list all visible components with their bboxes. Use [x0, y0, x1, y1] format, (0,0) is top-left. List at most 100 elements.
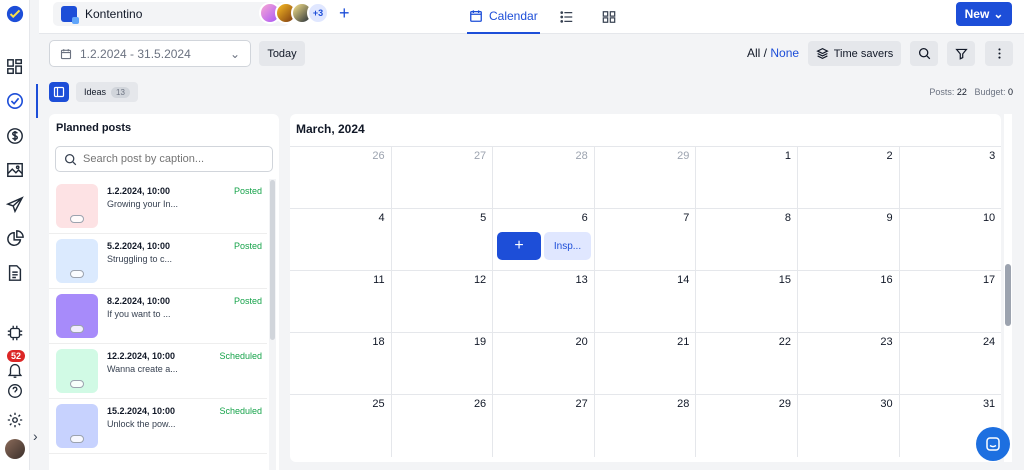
- calendar-day-cell[interactable]: 9: [798, 209, 900, 271]
- post-thumbnail: [56, 184, 98, 228]
- calendar-day-cell[interactable]: 24: [900, 333, 1001, 395]
- time-savers-button[interactable]: Time savers: [808, 41, 901, 66]
- calendar-day-cell[interactable]: 10: [900, 209, 1001, 271]
- select-none-link[interactable]: None: [770, 46, 799, 60]
- planned-post-item[interactable]: 12.2.2024, 10:00 Wanna create a... Schedul…: [49, 344, 267, 399]
- help-icon[interactable]: [5, 381, 25, 401]
- calendar-day-cell[interactable]: 28: [493, 147, 595, 209]
- support-chat-button[interactable]: [976, 427, 1010, 461]
- add-post-button[interactable]: +: [497, 232, 541, 260]
- reports-icon[interactable]: [5, 263, 25, 283]
- post-caption: Wanna create a...: [107, 364, 178, 374]
- calendar-day-cell[interactable]: 25: [290, 395, 392, 457]
- day-number: 20: [575, 336, 588, 348]
- calendar-day-cell[interactable]: 18: [290, 333, 392, 395]
- expand-sidebar-chevron-icon[interactable]: ›: [33, 428, 38, 444]
- post-caption: Struggling to c...: [107, 254, 173, 264]
- user-avatar[interactable]: [5, 439, 25, 459]
- grid-icon: [602, 11, 616, 23]
- calendar-day-cell[interactable]: 27: [392, 147, 494, 209]
- post-caption: If you want to ...: [107, 309, 171, 319]
- calendar-day-cell[interactable]: 12: [392, 271, 494, 333]
- inspiration-button[interactable]: Insp...: [544, 232, 591, 260]
- settings-chip-icon[interactable]: [5, 323, 25, 343]
- select-all-link[interactable]: All: [747, 46, 760, 60]
- calendar-day-cell[interactable]: 23: [798, 333, 900, 395]
- post-thumbnail: [56, 349, 98, 393]
- calendar-day-cell[interactable]: 15: [696, 271, 798, 333]
- post-thumbnail: [56, 294, 98, 338]
- calendar-day-cell[interactable]: 27: [493, 395, 595, 457]
- day-number: 8: [784, 212, 791, 224]
- calendar-week-row: 4 5 6 7 8 9 10: [290, 208, 1001, 271]
- day-number: 28: [677, 398, 690, 410]
- day-number: 9: [886, 212, 893, 224]
- add-member-plus-icon[interactable]: +: [339, 4, 350, 22]
- calendar-day-cell[interactable]: 14: [595, 271, 697, 333]
- tab-calendar[interactable]: Calendar: [467, 0, 540, 34]
- calendar-day-cell[interactable]: 28: [595, 395, 697, 457]
- billing-icon[interactable]: [5, 126, 25, 146]
- ideas-chip[interactable]: Ideas 13: [76, 82, 138, 102]
- app-logo-icon[interactable]: [5, 4, 25, 24]
- calendar-day-cell[interactable]: 11: [290, 271, 392, 333]
- media-icon[interactable]: [5, 160, 25, 180]
- tab-grid[interactable]: [600, 0, 624, 34]
- calendar-week-row: 25 26 27 28 29 30 31: [290, 394, 1001, 457]
- calendar-nav-icon[interactable]: [5, 91, 25, 111]
- calendar-day-cell[interactable]: 30: [798, 395, 900, 457]
- day-number: 26: [372, 150, 385, 162]
- more-vertical-icon: [997, 48, 1001, 59]
- workspace-name: Kontentino: [85, 7, 143, 21]
- analytics-icon[interactable]: [5, 229, 25, 249]
- bell-icon[interactable]: [5, 360, 25, 380]
- calendar-day-cell[interactable]: 1: [696, 147, 798, 209]
- calendar-day-cell[interactable]: 7: [595, 209, 697, 271]
- day-number: 21: [677, 336, 690, 348]
- calendar-day-cell[interactable]: 29: [595, 147, 697, 209]
- calendar-day-cell[interactable]: 26: [290, 147, 392, 209]
- calendar-day-cell[interactable]: 19: [392, 333, 494, 395]
- gear-icon[interactable]: [5, 410, 25, 430]
- day-number: 14: [677, 274, 690, 286]
- more-options-button[interactable]: [985, 41, 1013, 66]
- day-number: 13: [575, 274, 588, 286]
- calendar-day-cell[interactable]: 8: [696, 209, 798, 271]
- toggle-planned-panel-button[interactable]: [49, 82, 69, 102]
- calendar-day-cell[interactable]: 26: [392, 395, 494, 457]
- date-range-picker[interactable]: 1.2.2024 - 31.5.2024 ⌄: [49, 40, 251, 67]
- calendar-day-cell[interactable]: 21: [595, 333, 697, 395]
- calendar-scrollbar-thumb[interactable]: [1005, 264, 1011, 326]
- filter-button[interactable]: [947, 41, 975, 66]
- team-avatars[interactable]: +3 +: [259, 2, 350, 24]
- calendar-day-cell[interactable]: 2: [798, 147, 900, 209]
- calendar-day-cell[interactable]: 29: [696, 395, 798, 457]
- planned-post-item[interactable]: 15.2.2024, 10:00 Unlock the pow... Schedul…: [49, 399, 267, 454]
- today-button[interactable]: Today: [259, 41, 305, 66]
- calendar-day-cell[interactable]: 17: [900, 271, 1001, 333]
- planned-post-item[interactable]: 8.2.2024, 10:00 If you want to ... Posted: [49, 289, 267, 344]
- calendar-day-cell[interactable]: 20: [493, 333, 595, 395]
- chevron-down-icon: ⌄: [993, 7, 1004, 21]
- planned-post-item[interactable]: 5.2.2024, 10:00 Struggling to c... Posted: [49, 234, 267, 289]
- calendar-day-cell[interactable]: 3: [900, 147, 1001, 209]
- active-nav-indicator: [36, 84, 38, 118]
- planned-posts-scrollbar-thumb[interactable]: [270, 180, 275, 340]
- new-button[interactable]: New ⌄: [956, 2, 1012, 26]
- post-search-input[interactable]: [83, 153, 263, 165]
- workspace-selector[interactable]: Kontentino ⌄: [53, 2, 289, 26]
- calendar-day-cell[interactable]: 5: [392, 209, 494, 271]
- calendar-day-cell[interactable]: 4: [290, 209, 392, 271]
- calendar-stats: Posts: 22 Budget: 0: [929, 87, 1013, 97]
- search-button[interactable]: [910, 41, 938, 66]
- planned-post-item[interactable]: 1.2.2024, 10:00 Growing your In... Posted: [49, 179, 267, 234]
- workspace-logo-icon: [61, 6, 79, 24]
- calendar-day-cell[interactable]: 22: [696, 333, 798, 395]
- day-number: 6: [581, 212, 588, 224]
- publish-icon[interactable]: [5, 195, 25, 215]
- tab-list[interactable]: [558, 0, 582, 34]
- calendar-day-cell[interactable]: 13: [493, 271, 595, 333]
- day-number: 22: [778, 336, 791, 348]
- calendar-day-cell[interactable]: 16: [798, 271, 900, 333]
- dashboard-icon[interactable]: [5, 57, 25, 77]
